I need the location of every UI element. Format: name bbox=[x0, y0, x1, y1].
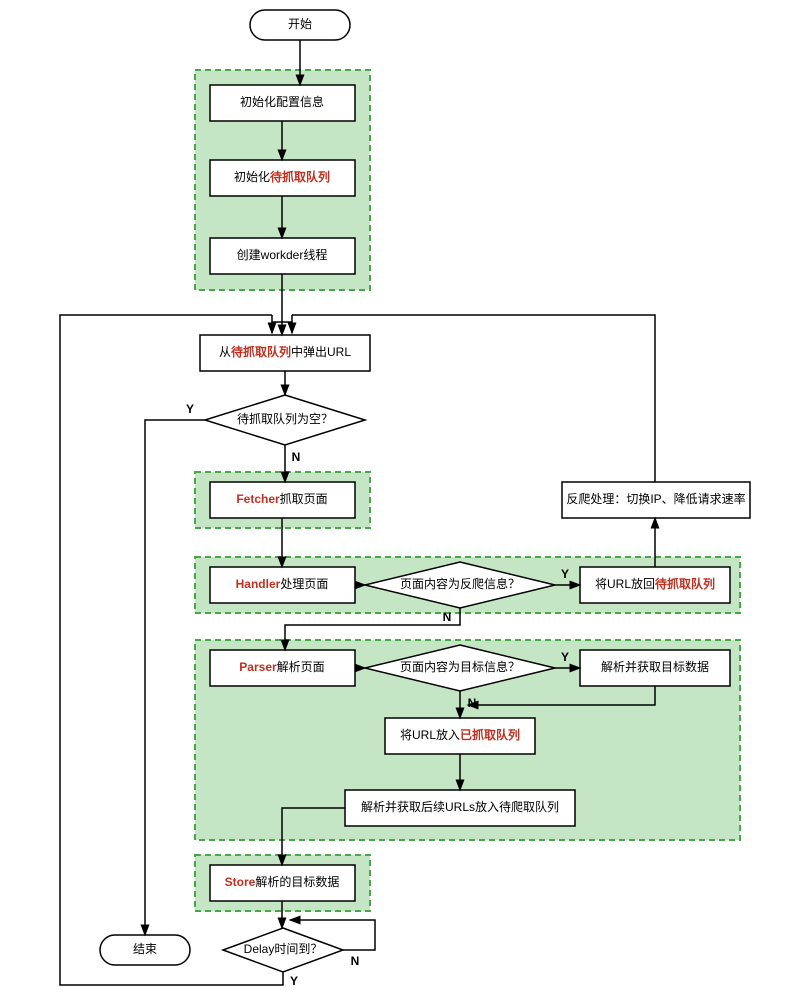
label-y: Y bbox=[290, 974, 298, 988]
text-anti: 反爬处理：切换IP、降低请求速率 bbox=[566, 491, 745, 506]
text-create-worker: 创建workder线程 bbox=[237, 247, 328, 262]
text-d-delay: Delay时间到？ bbox=[244, 942, 323, 956]
text-pop: 从待抓取队列中弹出URL bbox=[219, 344, 351, 359]
text-parser: Parser解析页面 bbox=[239, 660, 324, 674]
text-handler: Handler处理页面 bbox=[236, 577, 329, 591]
text-init-queue: 初始化待抓取队列 bbox=[234, 169, 330, 184]
text-put-done: 将URL放入已抓取队列 bbox=[400, 727, 520, 742]
label-n: N bbox=[292, 450, 301, 464]
text-parse-next: 解析并获取后续URLs放入待爬取队列 bbox=[361, 799, 559, 814]
text-end: 结束 bbox=[133, 942, 157, 956]
text-d-anti: 页面内容为反爬信息？ bbox=[400, 576, 520, 591]
text-init-cfg: 初始化配置信息 bbox=[240, 94, 324, 109]
label-y: Y bbox=[561, 650, 569, 664]
label-y: Y bbox=[561, 567, 569, 581]
text-start: 开始 bbox=[288, 17, 312, 31]
text-get-target: 解析并获取目标数据 bbox=[601, 659, 709, 674]
text-putback: 将URL放回待抓取队列 bbox=[595, 576, 715, 591]
text-store: Store解析的目标数据 bbox=[225, 874, 340, 889]
label-n: N bbox=[443, 610, 452, 624]
text-d-target: 页面内容为目标信息？ bbox=[400, 659, 520, 674]
label-y: Y bbox=[186, 402, 194, 416]
text-fetcher: Fetcher抓取页面 bbox=[236, 492, 327, 506]
label-n: N bbox=[351, 954, 360, 968]
text-d-empty: 待抓取队列为空？ bbox=[237, 411, 333, 426]
label-n: N bbox=[468, 696, 477, 710]
